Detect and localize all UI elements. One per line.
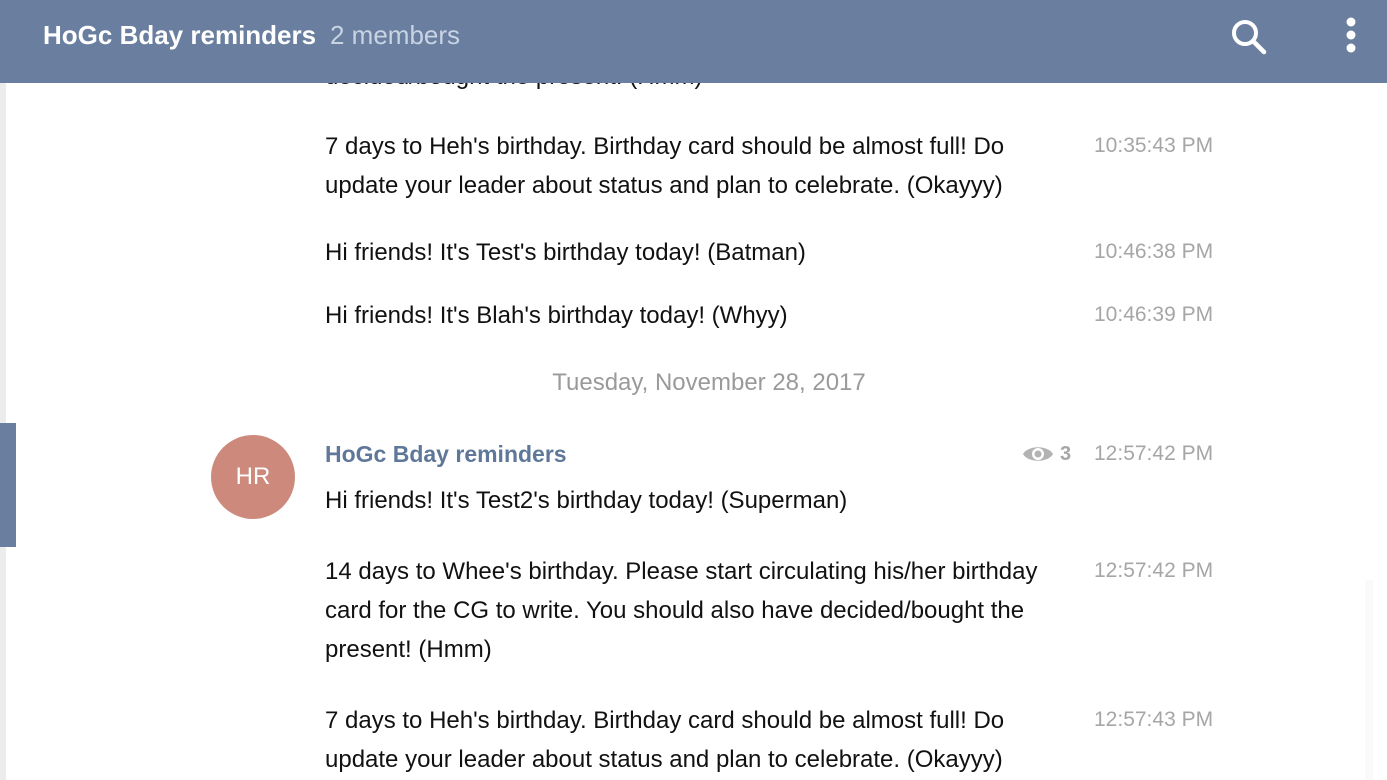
message-time: 12:57:43 PM bbox=[1094, 708, 1214, 731]
sidebar-tab-handle[interactable] bbox=[0, 423, 16, 547]
message-time: 10:35:43 PM bbox=[1094, 134, 1214, 157]
more-options-button[interactable] bbox=[1338, 16, 1364, 56]
message-time: 10:46:38 PM bbox=[1094, 240, 1214, 263]
search-button[interactable] bbox=[1229, 17, 1269, 57]
message-text: 7 days to Heh's birthday. Birthday card … bbox=[325, 133, 1005, 199]
more-vert-icon bbox=[1346, 17, 1356, 53]
sender-name[interactable]: HoGc Bday reminders bbox=[325, 438, 567, 470]
avatar[interactable]: HR bbox=[211, 435, 295, 519]
chat-header: HoGc Bday reminders 2 members bbox=[0, 0, 1387, 83]
eye-icon bbox=[1023, 447, 1053, 461]
chat-title[interactable]: HoGc Bday reminders bbox=[43, 20, 316, 50]
message-text: Hi friends! It's Blah's birthday today! … bbox=[325, 302, 788, 329]
message-time: 10:46:39 PM bbox=[1094, 303, 1214, 326]
message-text: Hi friends! It's Test's birthday today! … bbox=[325, 239, 806, 266]
members-count[interactable]: 2 members bbox=[330, 20, 460, 50]
message-text: 14 days to Whee's birthday. Please start… bbox=[325, 558, 1038, 663]
message-time: 12:57:42 PM bbox=[1094, 442, 1214, 465]
scrollbar-track[interactable] bbox=[1365, 580, 1373, 780]
views-indicator: 3 bbox=[1022, 440, 1071, 468]
views-count: 3 bbox=[1060, 442, 1072, 465]
date-separator: Tuesday, November 28, 2017 bbox=[552, 369, 866, 396]
message-time: 12:57:42 PM bbox=[1094, 559, 1214, 582]
message-text: Hi friends! It's Test2's birthday today!… bbox=[325, 487, 848, 514]
search-icon bbox=[1232, 20, 1267, 55]
message-text: 7 days to Heh's birthday. Birthday card … bbox=[325, 707, 1005, 773]
